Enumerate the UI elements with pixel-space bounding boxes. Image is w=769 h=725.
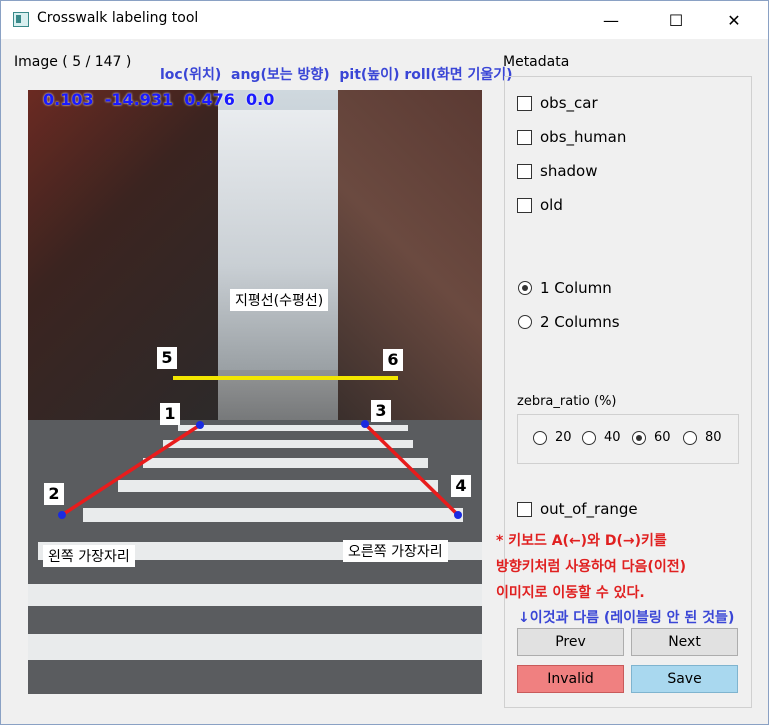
point-label-2: 2 <box>44 483 64 505</box>
invalid-button[interactable]: Invalid <box>517 665 624 693</box>
point-1-handle[interactable] <box>196 421 204 429</box>
window-title: Crosswalk labeling tool <box>37 10 199 26</box>
keyboard-note-line3: 이미지로 이동할 수 있다. <box>496 585 645 601</box>
point-label-5: 5 <box>157 347 177 369</box>
radio-2-columns-label: 2 Columns <box>540 313 620 331</box>
checkbox-obs-human-label: obs_human <box>540 128 627 146</box>
checkbox-out-of-range[interactable]: out_of_range <box>517 500 638 518</box>
radio-2-columns[interactable]: 2 Columns <box>518 313 620 331</box>
save-button[interactable]: Save <box>631 665 738 693</box>
pose-hint-text: loc(위치) ang(보는 방향) pit(높이) roll(화면 기울기) <box>160 67 513 83</box>
radio-1-column[interactable]: 1 Column <box>518 279 612 297</box>
zebra-radio-40[interactable]: 40 <box>582 430 621 445</box>
horizon-label: 지평선(수평선) <box>230 289 329 311</box>
title-bar[interactable]: Crosswalk labeling tool — ☐ ✕ <box>1 1 768 39</box>
left-edge-line[interactable] <box>61 423 201 517</box>
zebra-radio-60-label: 60 <box>654 430 671 445</box>
left-edge-label: 왼쪽 가장자리 <box>43 545 135 567</box>
point-2-handle[interactable] <box>58 511 66 519</box>
checkbox-old-label: old <box>540 196 563 214</box>
keyboard-note-line1: * 키보드 A(←)와 D(→)키를 <box>496 533 667 549</box>
checkbox-old[interactable]: old <box>517 196 563 214</box>
zebra-radio-20-label: 20 <box>555 430 572 445</box>
next-button[interactable]: Next <box>631 628 738 656</box>
zebra-radio-20[interactable]: 20 <box>533 430 572 445</box>
crosswalk-image[interactable] <box>28 90 482 694</box>
checkbox-shadow[interactable]: shadow <box>517 162 597 180</box>
close-icon[interactable]: ✕ <box>711 1 757 39</box>
radio-1-column-label: 1 Column <box>540 279 612 297</box>
checkbox-out-of-range-label: out_of_range <box>540 500 638 518</box>
prev-button[interactable]: Prev <box>517 628 624 656</box>
app-icon <box>13 12 29 27</box>
annotation-overlay <box>58 376 462 519</box>
minimize-icon[interactable]: — <box>588 1 634 39</box>
point-4-handle[interactable] <box>454 511 462 519</box>
right-edge-label: 오른쪽 가장자리 <box>343 540 448 562</box>
zebra-radio-40-label: 40 <box>604 430 621 445</box>
zebra-ratio-label: zebra_ratio (%) <box>517 394 617 409</box>
pose-values: 0.103 -14.931 0.476 0.0 <box>43 90 275 109</box>
point-label-1: 1 <box>160 403 180 425</box>
zebra-radio-80-label: 80 <box>705 430 722 445</box>
image-counter-label: Image ( 5 / 147 ) <box>14 54 132 70</box>
zebra-radio-80[interactable]: 80 <box>683 430 722 445</box>
checkbox-obs-car[interactable]: obs_car <box>517 94 598 112</box>
point-label-6: 6 <box>383 349 403 371</box>
point-label-3: 3 <box>371 400 391 422</box>
maximize-icon[interactable]: ☐ <box>653 1 699 39</box>
checkbox-shadow-label: shadow <box>540 162 598 180</box>
checkbox-obs-car-label: obs_car <box>540 94 598 112</box>
point-label-4: 4 <box>451 475 471 497</box>
keyboard-note-line2: 방향키처럼 사용하여 다음(이전) <box>496 559 686 575</box>
checkbox-obs-human[interactable]: obs_human <box>517 128 626 146</box>
zebra-radio-60[interactable]: 60 <box>632 430 671 445</box>
right-edge-line[interactable] <box>363 422 460 517</box>
point-3-handle[interactable] <box>361 420 369 428</box>
unlabeled-note: ↓이것과 다름 (레이블링 안 된 것들) <box>518 610 735 626</box>
